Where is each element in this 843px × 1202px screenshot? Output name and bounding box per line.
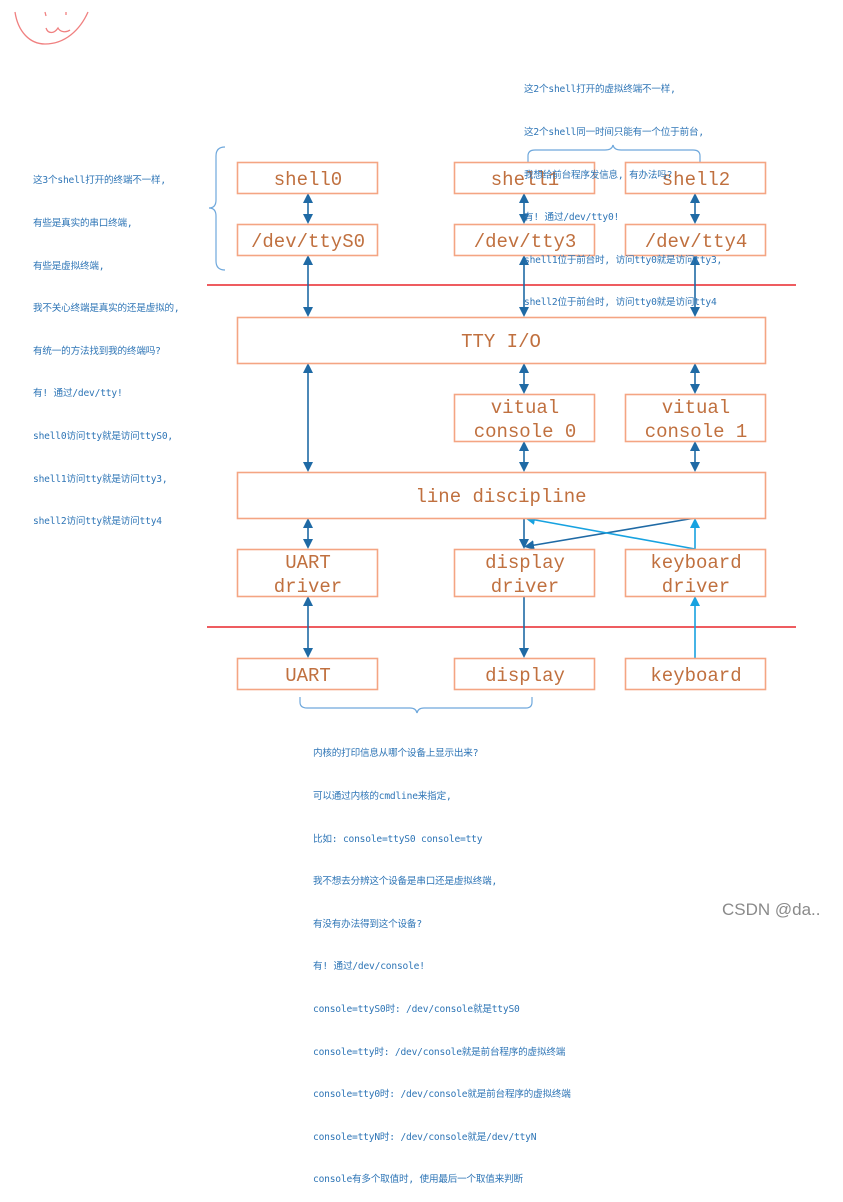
- uart-label: UART: [285, 665, 331, 687]
- display-driver-label-line1: display: [485, 552, 565, 574]
- note-line: shell2位于前台时, 访问tty0就是访问tty4: [524, 297, 717, 309]
- display-driver-label-line2: driver: [491, 576, 559, 598]
- display-label: display: [485, 665, 565, 687]
- note-line: 有没有办法得到这个设备?: [313, 918, 422, 930]
- note-line: 这3个shell打开的终端不一样,: [33, 175, 166, 187]
- note-line: shell0访问tty就是访问ttyS0,: [33, 430, 174, 442]
- note-line: 有! 通过/dev/tty0!: [524, 212, 620, 224]
- note-line: 这2个shell打开的虚拟终端不一样,: [524, 84, 676, 96]
- note-line: 有! 通过/dev/console!: [313, 961, 425, 973]
- top-right-note: 这2个shell打开的虚拟终端不一样, 这2个shell同一时间只能有一个位于前…: [524, 55, 722, 325]
- note-line: 内核的打印信息从哪个设备上显示出来?: [313, 748, 479, 760]
- uart-driver-label-line1: UART: [285, 552, 331, 574]
- tty-io-label: TTY I/O: [461, 331, 541, 353]
- note-line: 我不想去分辨这个设备是串口还是虚拟终端,: [313, 876, 498, 888]
- note-line: 可以通过内核的cmdline来指定,: [313, 791, 452, 802]
- note-line: 这2个shell同一时间只能有一个位于前台,: [524, 127, 704, 138]
- note-line: console=ttyN时: /dev/console就是/dev/ttyN: [313, 1131, 537, 1143]
- note-line: 有! 通过/dev/tty!: [33, 388, 123, 400]
- note-line: console有多个取值时, 使用最后一个取值来判断: [313, 1174, 523, 1186]
- note-line: console=tty0时: /dev/console就是前台程序的虚拟终端: [313, 1089, 571, 1101]
- bottom-brace: [299, 697, 533, 714]
- note-line: 有些是真实的串口终端,: [33, 218, 133, 229]
- note-line: shell2访问tty就是访问tty4: [33, 516, 162, 528]
- vc1-label-line1: vitual: [662, 397, 730, 419]
- keyboard-label: keyboard: [650, 665, 741, 687]
- bottom-note: 内核的打印信息从哪个设备上显示出来? 可以通过内核的cmdline来指定, 比如…: [313, 719, 571, 1202]
- note-line: 我不关心终端是真实的还是虚拟的,: [33, 303, 180, 315]
- ttyS0-label: /dev/ttyS0: [251, 231, 365, 253]
- keyboard-driver-label-line2: driver: [662, 576, 730, 598]
- note-line: console=tty时: /dev/console就是前台程序的虚拟终端: [313, 1046, 566, 1058]
- arrow-linedisc-displaydriver-cross: [524, 517, 696, 551]
- note-line: shell1访问tty就是访问tty3,: [33, 473, 168, 485]
- shell0-label: shell0: [274, 169, 342, 191]
- uart-driver-label-line2: driver: [274, 576, 342, 598]
- note-line: console=ttyS0时: /dev/console就是ttyS0: [313, 1003, 520, 1015]
- note-line: 有些是虚拟终端,: [33, 260, 105, 272]
- left-brace: [208, 146, 226, 271]
- line-discipline-label: line discipline: [415, 486, 586, 508]
- left-note: 这3个shell打开的终端不一样, 有些是真实的串口终端, 有些是虚拟终端, 我…: [33, 146, 180, 544]
- note-line: shell1位于前台时, 访问tty0就是访问tty3,: [524, 254, 723, 266]
- note-line: 比如: console=ttyS0 console=tty: [313, 833, 483, 845]
- watermark: CSDN @da..: [722, 900, 821, 919]
- vc0-label-line1: vitual: [491, 397, 559, 419]
- doodle-sketch: [14, 11, 89, 45]
- note-line: 我想给前台程序发信息, 有办法吗?: [524, 169, 673, 181]
- keyboard-driver-label-line1: keyboard: [650, 552, 741, 574]
- arrow-keyboarddriver-linedisc-cross: [525, 514, 696, 550]
- vc0-label-line2: console 0: [474, 421, 577, 443]
- vc1-label-line2: console 1: [645, 421, 748, 443]
- note-line: 有统一的方法找到我的终端吗?: [33, 345, 161, 357]
